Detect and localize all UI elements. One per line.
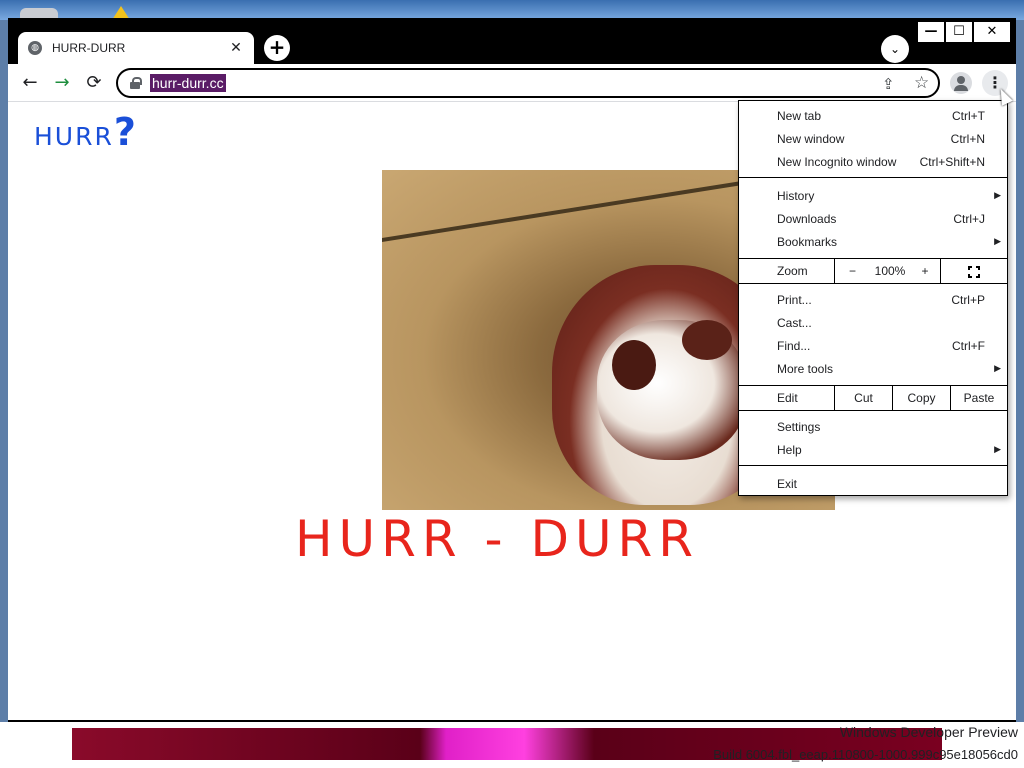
menu-item-label: Cast... (777, 315, 812, 330)
fullscreen-button[interactable] (940, 259, 1007, 283)
menu-item-new-tab[interactable]: New tab Ctrl+T (739, 104, 1007, 127)
bulldog-spot (612, 340, 656, 390)
zoom-in-button[interactable]: + (910, 259, 940, 283)
back-button[interactable]: ← (19, 72, 41, 94)
menu-item-cast[interactable]: Cast... (739, 311, 1007, 334)
menu-item-label: Exit (777, 476, 798, 491)
new-tab-button[interactable]: + (264, 35, 290, 61)
menu-divider (739, 465, 1007, 466)
menu-item-shortcut: Ctrl+T (952, 108, 985, 123)
minimize-button[interactable]: — (918, 22, 944, 42)
menu-divider (739, 410, 1007, 411)
chrome-main-menu: New tab Ctrl+T New window Ctrl+N New Inc… (738, 100, 1008, 496)
tab-title: HURR-DURR (52, 41, 126, 55)
menu-item-print[interactable]: Print... Ctrl+P (739, 288, 1007, 311)
reload-button[interactable]: ⟳ (83, 72, 105, 94)
zoom-label: Zoom (777, 264, 808, 278)
tab-hurr-durr[interactable]: ◍ HURR-DURR ✕ (18, 32, 254, 64)
tab-close-icon[interactable]: ✕ (228, 40, 244, 56)
bookmark-star-icon[interactable]: ☆ (914, 73, 929, 93)
url-input[interactable]: hurr-durr.cc (150, 74, 226, 92)
paste-button[interactable]: Paste (950, 386, 1007, 410)
submenu-arrow-icon: ▶ (994, 236, 1001, 246)
zoom-level: 100% (874, 264, 906, 278)
menu-item-find[interactable]: Find... Ctrl+F (739, 334, 1007, 357)
page-headline: HURR - DURR (294, 510, 700, 568)
menu-item-new-incognito[interactable]: New Incognito window Ctrl+Shift+N (739, 150, 1007, 173)
lock-icon[interactable] (130, 77, 142, 89)
desktop-background (0, 0, 1024, 20)
taskbar: Windows Developer Preview Build 6004.fbl… (0, 722, 1024, 768)
menu-edit-row: Edit Cut Copy Paste (739, 386, 1007, 410)
fullscreen-icon (968, 265, 980, 278)
menu-item-label: Find... (777, 338, 811, 353)
copy-button[interactable]: Copy (892, 386, 950, 410)
menu-divider (739, 283, 1007, 284)
submenu-arrow-icon: ▶ (994, 363, 1001, 373)
menu-item-shortcut: Ctrl+P (951, 292, 985, 307)
menu-zoom-row: Zoom − 100% + (739, 259, 1007, 283)
edit-label: Edit (777, 391, 798, 405)
menu-item-exit[interactable]: Exit (739, 472, 1007, 495)
menu-item-settings[interactable]: Settings (739, 415, 1007, 438)
logo-question-mark: ? (113, 110, 136, 154)
title-bar: ◍ HURR-DURR ✕ + ⌄ — ☐ ✕ (8, 18, 1016, 64)
forward-button[interactable]: → (51, 72, 73, 94)
menu-item-more-tools[interactable]: More tools ▶ (739, 357, 1007, 380)
menu-item-shortcut: Ctrl+Shift+N (919, 154, 985, 169)
menu-item-label: Bookmarks (777, 234, 838, 249)
menu-item-label: Downloads (777, 211, 837, 226)
profile-avatar-icon[interactable] (950, 72, 972, 94)
cut-button[interactable]: Cut (834, 386, 892, 410)
menu-item-help[interactable]: Help ▶ (739, 438, 1007, 461)
submenu-arrow-icon: ▶ (994, 190, 1001, 200)
globe-icon: ◍ (28, 41, 42, 55)
os-watermark-line2: Build 6004.fbl_eeap.110800-1000.999c95e1… (713, 747, 1018, 762)
menu-item-label: Print... (777, 292, 812, 307)
maximize-button[interactable]: ☐ (946, 22, 972, 42)
logo-text: HURR (34, 122, 114, 151)
zoom-out-button[interactable]: − (834, 259, 870, 283)
browser-toolbar: ← → ⟳ hurr-durr.cc ⇪ ☆ ⋮ (8, 64, 1016, 102)
menu-item-downloads[interactable]: Downloads Ctrl+J (739, 207, 1007, 230)
menu-item-label: History (777, 188, 815, 203)
menu-divider (739, 177, 1007, 178)
menu-item-shortcut: Ctrl+N (950, 131, 985, 146)
close-window-button[interactable]: ✕ (974, 22, 1010, 42)
menu-item-label: New Incognito window (777, 154, 897, 169)
bulldog-ear (682, 320, 732, 360)
os-watermark-line1: Windows Developer Preview (839, 724, 1018, 740)
menu-item-label: Settings (777, 419, 821, 434)
menu-item-bookmarks[interactable]: Bookmarks ▶ (739, 230, 1007, 253)
menu-item-label: New window (777, 131, 845, 146)
share-icon[interactable]: ⇪ (882, 75, 895, 93)
menu-item-shortcut: Ctrl+F (952, 338, 985, 353)
address-bar[interactable]: hurr-durr.cc ⇪ ☆ (116, 68, 940, 98)
menu-item-history[interactable]: History ▶ (739, 184, 1007, 207)
menu-item-shortcut: Ctrl+J (953, 211, 985, 226)
submenu-arrow-icon: ▶ (994, 444, 1001, 454)
menu-item-label: New tab (777, 108, 822, 123)
tab-search-button[interactable]: ⌄ (881, 35, 909, 63)
menu-item-label: Help (777, 442, 802, 457)
menu-item-label: More tools (777, 361, 834, 376)
menu-item-new-window[interactable]: New window Ctrl+N (739, 127, 1007, 150)
site-logo[interactable]: HURR? (34, 110, 136, 154)
